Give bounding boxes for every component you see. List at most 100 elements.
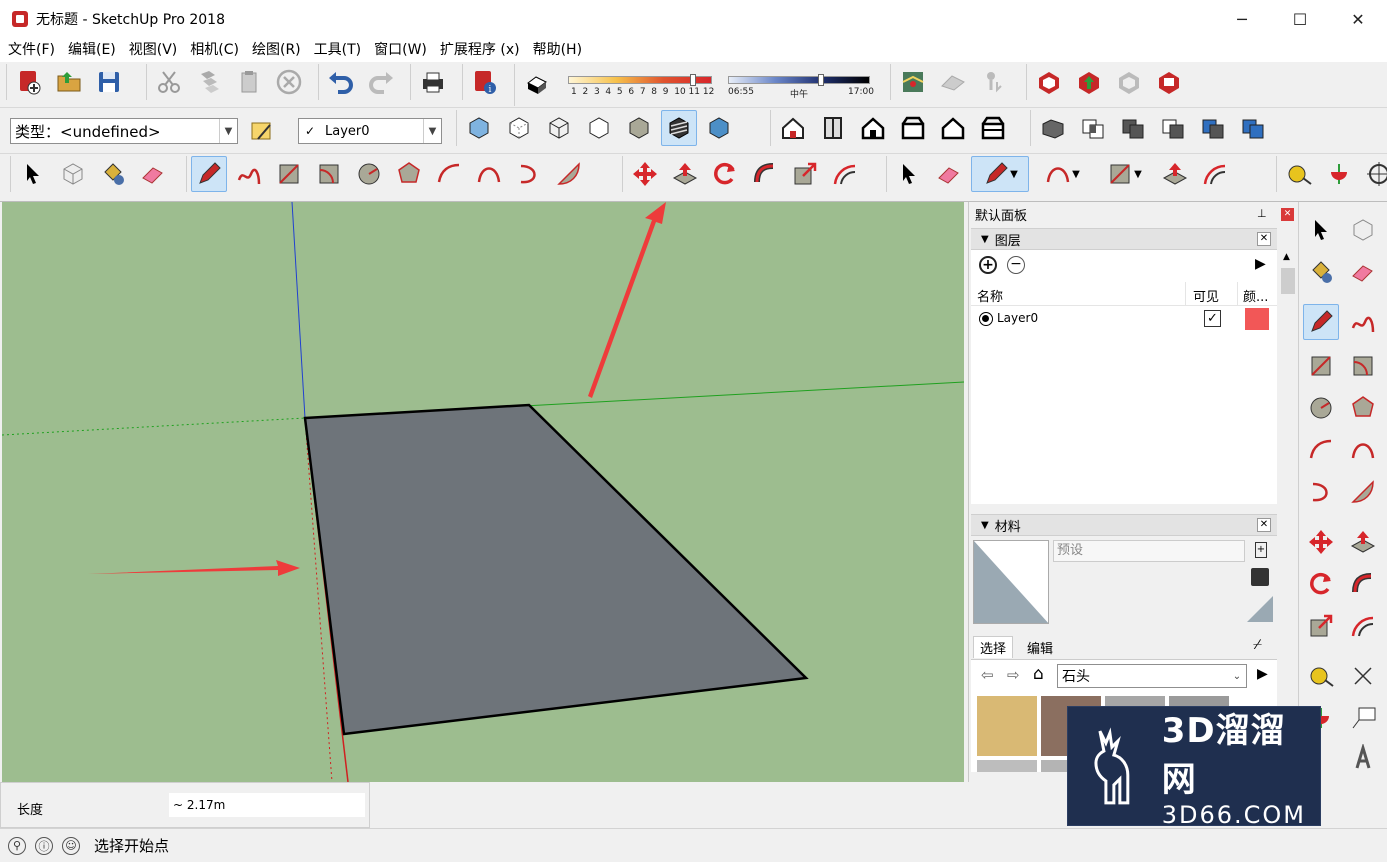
rectangle-tool-button[interactable]: [271, 156, 307, 192]
copy-button[interactable]: [191, 64, 227, 100]
extension-warehouse-button[interactable]: [1151, 64, 1187, 100]
polygon-tool-button-2[interactable]: [1345, 390, 1381, 426]
scroll-up-icon[interactable]: ▲: [1283, 252, 1290, 262]
layer-combo[interactable]: ✓ Layer0 ▼: [298, 118, 442, 144]
time-slider-thumb[interactable]: [818, 74, 824, 86]
trim-button[interactable]: [1195, 110, 1231, 146]
chevron-down-icon[interactable]: ▼: [219, 119, 237, 143]
3d-warehouse-button[interactable]: [1031, 64, 1067, 100]
shaded-button[interactable]: [621, 110, 657, 146]
add-location-button[interactable]: [895, 64, 931, 100]
undo-button[interactable]: [323, 64, 359, 100]
menu-tools[interactable]: 工具(T): [310, 38, 365, 62]
pie-tool-button-2[interactable]: [1345, 474, 1381, 510]
menu-help[interactable]: 帮助(H): [529, 38, 586, 62]
protractor-button[interactable]: [1321, 156, 1357, 192]
subtract-button[interactable]: [1155, 110, 1191, 146]
text-tool-button[interactable]: [1345, 700, 1381, 736]
menu-edit[interactable]: 编辑(E): [64, 38, 120, 62]
rectangle-face[interactable]: [303, 403, 809, 736]
freehand-tool-button[interactable]: [231, 156, 267, 192]
wireframe-button[interactable]: [541, 110, 577, 146]
month-slider-thumb[interactable]: [690, 74, 696, 86]
offset-tool-button-2[interactable]: [1197, 156, 1233, 192]
rectangle-tool-button-3[interactable]: [1303, 348, 1339, 384]
monochrome-button[interactable]: [701, 110, 737, 146]
photo-textures-button[interactable]: [975, 64, 1011, 100]
arc-tool-button-2[interactable]: [1303, 432, 1339, 468]
eraser-tool-button-3[interactable]: [1345, 254, 1381, 290]
create-material-icon[interactable]: +: [1255, 542, 1267, 558]
freehand-tool-button-2[interactable]: [1345, 304, 1381, 340]
hidden-line-button[interactable]: [581, 110, 617, 146]
details-arrow-icon[interactable]: ▶: [1255, 256, 1266, 272]
dropdown-arrow-icon[interactable]: ▼: [1072, 169, 1080, 180]
material-name-field[interactable]: 预设: [1053, 540, 1245, 562]
pie-tool-button[interactable]: [551, 156, 587, 192]
line-tool-button-3[interactable]: [1303, 304, 1339, 340]
style-edit-button[interactable]: [244, 113, 280, 149]
credits-info-icon[interactable]: ⓘ: [35, 836, 53, 855]
close-button[interactable]: ✕: [1329, 0, 1387, 38]
collapse-triangle-icon[interactable]: ▼: [981, 234, 989, 245]
menu-draw[interactable]: 绘图(R): [248, 38, 305, 62]
paint-bucket-button[interactable]: [95, 156, 131, 192]
back-icon[interactable]: ⇦: [981, 666, 994, 684]
pin-icon[interactable]: ⊥: [1257, 207, 1267, 220]
back-edges-button[interactable]: [501, 110, 537, 146]
redo-button[interactable]: [363, 64, 399, 100]
print-button[interactable]: [415, 64, 451, 100]
move-tool-button-2[interactable]: [1303, 524, 1339, 560]
scale-tool-button-2[interactable]: [1303, 608, 1339, 644]
union-button[interactable]: [1115, 110, 1151, 146]
shadows-toggle-button[interactable]: [519, 67, 555, 103]
rotate-tool-button[interactable]: [707, 156, 743, 192]
eraser-tool-button[interactable]: [135, 156, 171, 192]
eraser-tool-button-2[interactable]: [931, 156, 967, 192]
menu-extensions[interactable]: 扩展程序 (x): [436, 38, 524, 62]
sample-paint-icon[interactable]: [1251, 568, 1269, 586]
scroll-thumb[interactable]: [1281, 268, 1295, 294]
style-type-combo[interactable]: 类型：<undefined> ▼: [10, 118, 238, 144]
circle-tool-button-2[interactable]: [1303, 390, 1339, 426]
open-file-button[interactable]: [51, 64, 87, 100]
make-component-button[interactable]: [55, 156, 91, 192]
toggle-terrain-button[interactable]: [935, 64, 971, 100]
three-point-arc-button-2[interactable]: [1303, 474, 1339, 510]
layer-color-swatch[interactable]: [1245, 308, 1269, 330]
push-pull-button[interactable]: [667, 156, 703, 192]
chevron-down-icon[interactable]: ⌄: [1228, 665, 1246, 687]
select-tool-button-2[interactable]: [891, 156, 927, 192]
details-arrow-icon[interactable]: ▶: [1257, 666, 1268, 682]
line-tool-button[interactable]: [191, 156, 227, 192]
active-layer-radio[interactable]: [979, 312, 993, 326]
select-tool-button-3[interactable]: [1303, 212, 1339, 248]
collapse-triangle-icon[interactable]: ▼: [981, 520, 989, 531]
push-pull-button-2[interactable]: [1157, 156, 1193, 192]
three-point-arc-button[interactable]: [511, 156, 547, 192]
cut-button[interactable]: [151, 64, 187, 100]
tab-edit[interactable]: 编辑: [1023, 637, 1057, 658]
tape-measure-button[interactable]: [1281, 156, 1317, 192]
move-tool-button[interactable]: [627, 156, 663, 192]
iso-view-button[interactable]: [775, 110, 811, 146]
push-pull-button-3[interactable]: [1345, 524, 1381, 560]
measurement-value-field[interactable]: ~ 2.17m: [169, 793, 365, 817]
dimension-tool-button[interactable]: [1345, 658, 1381, 694]
line-tool-dropdown[interactable]: ▼: [971, 156, 1029, 192]
split-button[interactable]: [1235, 110, 1271, 146]
front-view-button[interactable]: [855, 110, 891, 146]
arc-tool-dropdown[interactable]: ▼: [1033, 156, 1091, 192]
delete-layer-icon[interactable]: −: [1007, 256, 1025, 274]
close-icon[interactable]: ✕: [1257, 232, 1271, 246]
share-component-button[interactable]: [1111, 64, 1147, 100]
right-view-button[interactable]: [895, 110, 931, 146]
select-tool-button[interactable]: [15, 156, 51, 192]
two-point-arc-button[interactable]: [471, 156, 507, 192]
make-component-button-2[interactable]: [1345, 212, 1381, 248]
left-view-button[interactable]: [975, 110, 1011, 146]
tray-close-icon[interactable]: ✕: [1281, 208, 1294, 221]
new-file-button[interactable]: [11, 64, 47, 100]
menu-window[interactable]: 窗口(W): [370, 38, 431, 62]
modeling-viewport[interactable]: [2, 202, 964, 782]
